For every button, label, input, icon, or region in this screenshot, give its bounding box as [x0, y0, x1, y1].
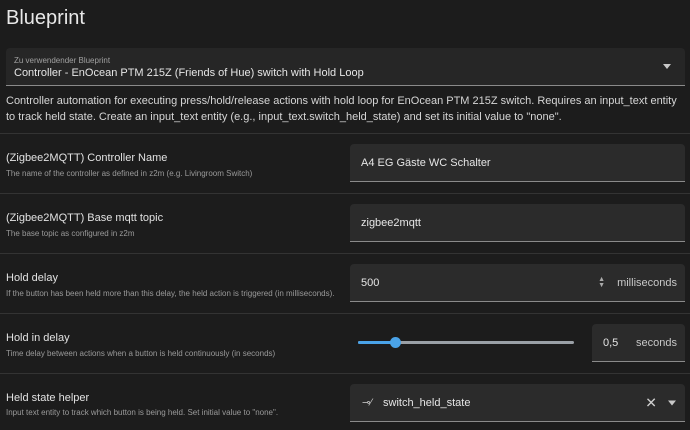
hold-in-delay-help: Time delay between actions when a button… — [6, 349, 276, 358]
page-title: Blueprint — [6, 7, 85, 29]
hold-delay-help: If the button has been held more than th… — [6, 289, 335, 298]
base-topic-value: zigbee2mqtt — [361, 216, 421, 229]
divider — [0, 193, 690, 194]
hold-delay-value: 500 — [361, 276, 380, 289]
hold-delay-unit: milliseconds — [617, 276, 677, 289]
divider — [0, 313, 690, 314]
chevron-down-icon[interactable] — [663, 64, 671, 69]
chevron-down-icon[interactable] — [668, 400, 676, 405]
blueprint-select-label: Zu verwendender Blueprint — [14, 56, 111, 65]
controller-name-value: A4 EG Gäste WC Schalter — [361, 156, 491, 169]
controller-name-input[interactable]: A4 EG Gäste WC Schalter — [350, 144, 685, 182]
hold-in-delay-input[interactable]: 0,5 seconds — [592, 324, 685, 362]
blueprint-select-value: Controller - EnOcean PTM 215Z (Friends o… — [14, 67, 364, 79]
held-state-helper-help: Input text entity to track which button … — [6, 408, 279, 417]
held-state-helper-value: switch_held_state — [383, 396, 471, 409]
divider — [0, 373, 690, 374]
hold-delay-title: Hold delay — [6, 272, 58, 284]
base-topic-input[interactable]: zigbee2mqtt — [350, 204, 685, 242]
hold-in-delay-value: 0,5 — [603, 336, 619, 349]
close-icon[interactable]: ✕ — [645, 394, 657, 411]
controller-name-help: The name of the controller as defined in… — [6, 169, 253, 178]
base-topic-title: (Zigbee2MQTT) Base mqtt topic — [6, 212, 164, 224]
held-state-helper-select[interactable]: ⊸⁄ switch_held_state ✕ — [350, 384, 685, 422]
held-state-helper-title: Held state helper — [6, 392, 90, 404]
divider — [0, 133, 690, 134]
controller-name-title: (Zigbee2MQTT) Controller Name — [6, 152, 168, 164]
hold-delay-input[interactable]: 500 ▲ ▼ milliseconds — [350, 264, 685, 302]
blueprint-select[interactable]: Zu verwendender Blueprint Controller - E… — [6, 48, 685, 86]
blueprint-description: Controller automation for executing pres… — [6, 95, 677, 123]
hold-in-delay-title: Hold in delay — [6, 332, 70, 344]
divider — [0, 253, 690, 254]
slider-thumb[interactable] — [390, 337, 401, 348]
input-text-icon: ⊸⁄ — [362, 397, 373, 408]
base-topic-help: The base topic as configured in z2m — [6, 229, 135, 238]
up-down-spinner-icon[interactable]: ▲ ▼ — [598, 276, 605, 289]
hold-in-delay-unit: seconds — [636, 336, 677, 349]
